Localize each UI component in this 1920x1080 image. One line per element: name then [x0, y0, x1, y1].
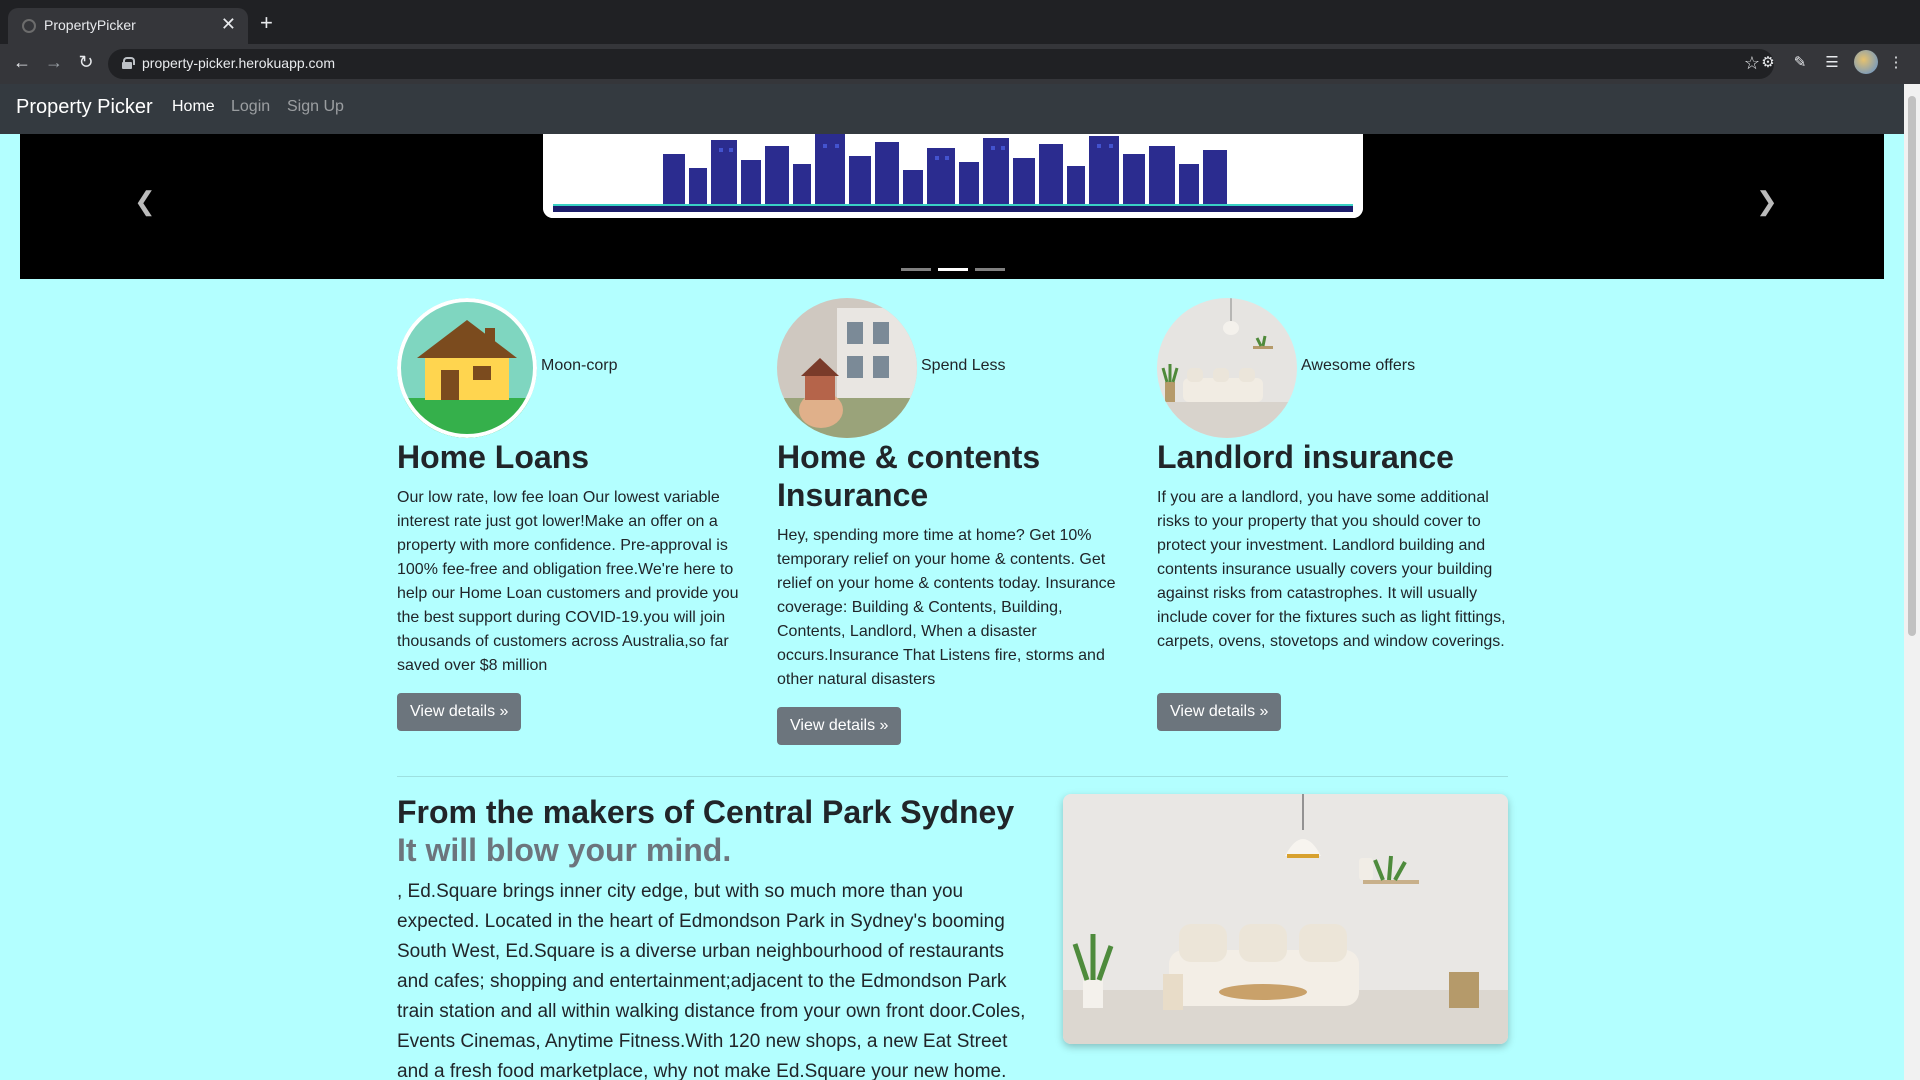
carousel-indicator[interactable] — [901, 268, 931, 271]
hero-carousel: ❮ ❯ — [20, 134, 1884, 279]
nav-link-home[interactable]: Home — [172, 98, 215, 116]
browser-toolbar: ← → ↻ property-picker.herokuapp.com ☆ ⚙ … — [0, 44, 1920, 84]
back-icon[interactable]: ← — [10, 52, 34, 73]
view-details-button[interactable]: View details » — [1157, 693, 1282, 731]
nav-link-login[interactable]: Login — [231, 98, 270, 116]
house-icon — [397, 298, 537, 438]
feature-body: Our low rate, low fee loan Our lowest va… — [397, 489, 739, 674]
nav-link-signup[interactable]: Sign Up — [287, 98, 344, 116]
featurette-heading-main: From the makers of Central Park Sydney — [397, 794, 1015, 830]
tab-close-icon[interactable]: ✕ — [221, 14, 236, 35]
featurette-heading: From the makers of Central Park Sydney I… — [397, 793, 1037, 869]
new-tab-icon[interactable]: + — [260, 10, 273, 36]
house-in-hand-photo — [777, 298, 917, 438]
profile-avatar[interactable] — [1854, 50, 1878, 74]
url-text: property-picker.herokuapp.com — [142, 55, 335, 71]
forward-icon[interactable]: → — [42, 52, 66, 73]
chevron-right-icon[interactable]: ❯ — [1756, 186, 1778, 217]
brand-link[interactable]: Property Picker — [16, 96, 153, 119]
extension-gear-icon[interactable]: ⚙ — [1758, 53, 1778, 73]
menu-kebab-icon[interactable]: ⋮ — [1886, 53, 1906, 73]
globe-icon — [22, 19, 36, 33]
featurette-heading-muted: It will blow your mind. — [397, 832, 732, 868]
browser-tab[interactable]: PropertyPicker ✕ — [8, 8, 248, 44]
site-navbar: Property Picker Home Login Sign Up — [0, 84, 1904, 134]
feature-caption: Moon-corp — [541, 357, 618, 374]
carousel-indicator[interactable] — [975, 268, 1005, 271]
living-room-image — [1063, 794, 1508, 1044]
city-skyline-image — [543, 134, 1363, 218]
lock-icon — [122, 57, 135, 69]
scrollbar-thumb[interactable] — [1908, 96, 1916, 636]
section-divider — [397, 776, 1508, 777]
feature-body: If you are a landlord, you have some add… — [1157, 489, 1506, 650]
page-scrollbar[interactable] — [1904, 84, 1920, 1080]
view-details-button[interactable]: View details » — [777, 707, 902, 745]
address-bar[interactable]: property-picker.herokuapp.com ☆ — [108, 49, 1774, 79]
feature-caption: Spend Less — [921, 357, 1006, 374]
featurette-body: , Ed.Square brings inner city edge, but … — [397, 881, 1026, 1080]
feature-heading: Landlord insurance — [1157, 439, 1454, 475]
reload-icon[interactable]: ↻ — [74, 52, 98, 73]
browser-tab-bar: PropertyPicker ✕ + — [0, 0, 1920, 44]
chevron-left-icon[interactable]: ❮ — [134, 186, 156, 217]
view-details-button[interactable]: View details » — [397, 693, 522, 731]
feature-caption: Awesome offers — [1301, 357, 1416, 374]
media-queue-icon[interactable]: ☰ — [1822, 53, 1842, 73]
carousel-indicator-active[interactable] — [938, 268, 968, 271]
tab-title: PropertyPicker — [44, 17, 136, 33]
feature-body: Hey, spending more time at home? Get 10%… — [777, 527, 1116, 688]
feature-heading: Home Loans — [397, 439, 590, 475]
puzzle-extensions-icon[interactable]: ✎ — [1790, 53, 1810, 73]
living-room-photo — [1157, 298, 1297, 438]
feature-heading: Home & contents Insurance — [777, 439, 1041, 513]
